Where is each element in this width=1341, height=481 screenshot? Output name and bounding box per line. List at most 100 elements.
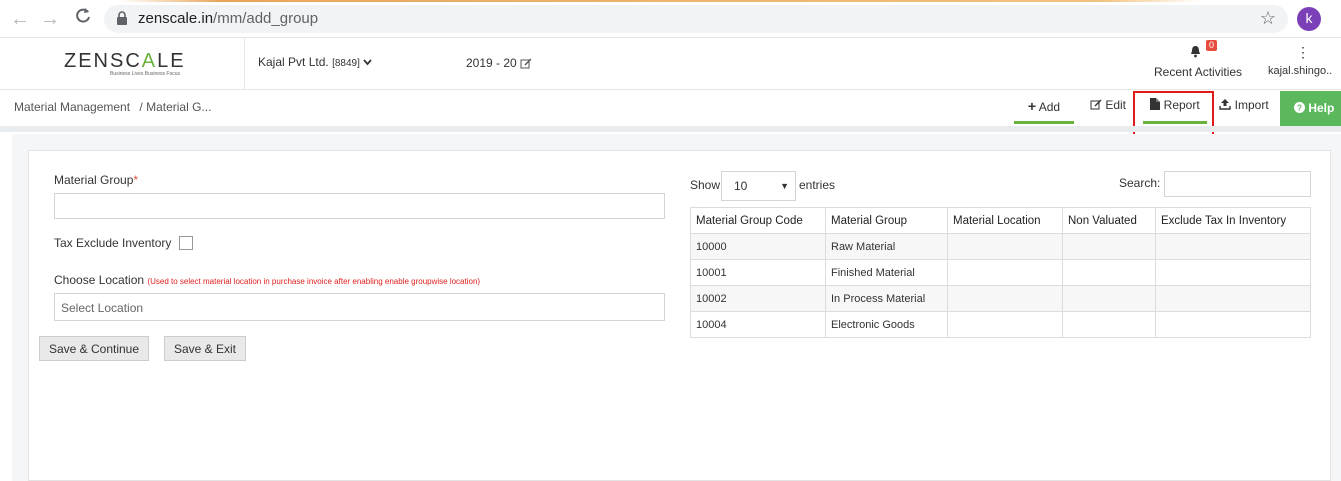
address-bar[interactable]: zenscale.in/mm/add_group ☆ (104, 5, 1288, 33)
table-cell (1062, 233, 1156, 260)
import-label: Import (1234, 98, 1269, 112)
url-host: zenscale.in (138, 10, 214, 27)
table-cell: Finished Material (825, 259, 948, 286)
add-underline (1014, 121, 1074, 124)
column-header[interactable]: Material Group (825, 207, 948, 234)
logo-tagline: Business Lives Business Focus (110, 71, 181, 77)
recent-activities-link[interactable]: Recent Activities (1154, 65, 1242, 79)
column-header[interactable]: Material Location (947, 207, 1063, 234)
table-cell: 10001 (690, 259, 826, 286)
material-group-input[interactable] (54, 193, 665, 219)
tax-exclude-label: Tax Exclude Inventory (54, 236, 172, 250)
zenscale-logo[interactable]: ZENSCALE Business Lives Business Focus (64, 50, 184, 77)
fiscal-year: 2019 - 20 (466, 56, 517, 70)
show-label: Show (690, 178, 721, 192)
choose-location-label: Choose Location (Used to select material… (54, 273, 480, 287)
header-shadow-band (0, 126, 1341, 132)
edit-icon (1090, 98, 1105, 112)
table-cell (947, 233, 1063, 260)
tax-exclude-checkbox[interactable] (179, 236, 193, 250)
required-asterisk: * (133, 173, 139, 187)
question-circle-icon: ? (1294, 101, 1308, 115)
table-cell (1062, 259, 1156, 286)
user-name[interactable]: kajal.shingo.. (1268, 65, 1332, 77)
table-cell: In Process Material (825, 285, 948, 312)
browser-toolbar: ← → zenscale.in/mm/add_group ☆ k (0, 0, 1341, 38)
choose-location-hint: (Used to select material location in pur… (147, 277, 481, 286)
caret-down-icon: ▼ (780, 181, 789, 191)
import-button[interactable]: Import (1214, 90, 1274, 124)
table-cell: Raw Material (825, 233, 948, 260)
company-selector[interactable]: Kajal Pvt Ltd. [8849] (258, 55, 372, 69)
column-header[interactable]: Non Valuated (1062, 207, 1156, 234)
help-button[interactable]: ? Help (1280, 91, 1341, 126)
fiscal-year-selector[interactable]: 2019 - 20 (466, 56, 532, 70)
save-exit-button[interactable]: Save & Exit (164, 336, 246, 361)
entries-label: entries (799, 178, 836, 192)
table-cell (1062, 311, 1156, 338)
logo-text-3: LE (157, 50, 186, 72)
company-code: [8849] (332, 58, 360, 69)
page-size-select[interactable]: 10 ▼ (721, 171, 796, 201)
url-text: zenscale.in/mm/add_group (138, 10, 318, 27)
choose-location-label-text: Choose Location (54, 273, 145, 287)
table-header-row: Material Group Code Material Group Mater… (690, 207, 1311, 234)
add-button[interactable]: + Add (1014, 90, 1074, 124)
search-input[interactable] (1164, 171, 1311, 197)
save-continue-button[interactable]: Save & Continue (39, 336, 149, 361)
table-row[interactable]: 10001 Finished Material (690, 259, 1311, 286)
forward-icon[interactable]: → (40, 8, 60, 30)
chevron-down-icon (363, 55, 372, 69)
reload-icon[interactable] (74, 7, 92, 25)
logo-text-1: ZENSC (64, 50, 142, 72)
url-path: /mm/add_group (213, 10, 319, 27)
upload-icon (1219, 98, 1234, 112)
bell-icon[interactable] (1189, 45, 1202, 58)
back-icon[interactable]: ← (10, 8, 30, 30)
table-cell: 10000 (690, 233, 826, 260)
location-select[interactable]: Select Location (54, 293, 665, 321)
table-cell: 10004 (690, 311, 826, 338)
table-cell (947, 259, 1063, 286)
edit-button[interactable]: Edit (1082, 90, 1134, 124)
app-header: ZENSCALE Business Lives Business Focus K… (0, 38, 1341, 90)
add-label: Add (1038, 100, 1061, 114)
table-cell (947, 285, 1063, 312)
breadcrumb-current: / Material G... (139, 100, 212, 114)
page-size-value: 10 (734, 179, 748, 193)
company-name: Kajal Pvt Ltd. (258, 55, 329, 69)
bookmark-star-icon[interactable]: ☆ (1260, 8, 1276, 29)
search-label: Search: (1119, 176, 1161, 190)
table-cell (947, 311, 1063, 338)
plus-icon: + (1027, 98, 1037, 114)
material-group-table: Material Group Code Material Group Mater… (690, 207, 1311, 338)
more-menu-icon[interactable]: ⋮ (1296, 44, 1310, 61)
breadcrumb-root[interactable]: Material Management (14, 100, 130, 114)
table-cell: Electronic Goods (825, 311, 948, 338)
table-cell (1155, 259, 1311, 286)
table-row[interactable]: 10004 Electronic Goods (690, 311, 1311, 338)
material-group-label-text: Material Group (54, 173, 134, 187)
table-cell (1155, 233, 1311, 260)
table-row[interactable]: 10002 In Process Material (690, 285, 1311, 312)
help-label: Help (1308, 101, 1335, 115)
table-cell (1155, 285, 1311, 312)
column-header[interactable]: Exclude Tax In Inventory (1155, 207, 1311, 234)
material-group-label: Material Group* (54, 173, 138, 187)
edit-label: Edit (1105, 98, 1127, 112)
profile-avatar[interactable]: k (1297, 7, 1321, 31)
header-divider (244, 38, 245, 90)
lock-icon (116, 11, 128, 25)
column-header[interactable]: Material Group Code (690, 207, 826, 234)
table-cell (1062, 285, 1156, 312)
notification-badge: 0 (1206, 40, 1218, 51)
table-row[interactable]: 10000 Raw Material (690, 233, 1311, 260)
edit-icon[interactable] (520, 56, 532, 70)
loading-bar (0, 0, 1341, 2)
logo-wordmark: ZENSCALE (64, 50, 184, 73)
breadcrumb: Material Management / Material G... (14, 100, 211, 114)
logo-text-2: A (141, 50, 158, 72)
table-cell (1155, 311, 1311, 338)
table-cell: 10002 (690, 285, 826, 312)
svg-text:?: ? (1297, 104, 1302, 113)
